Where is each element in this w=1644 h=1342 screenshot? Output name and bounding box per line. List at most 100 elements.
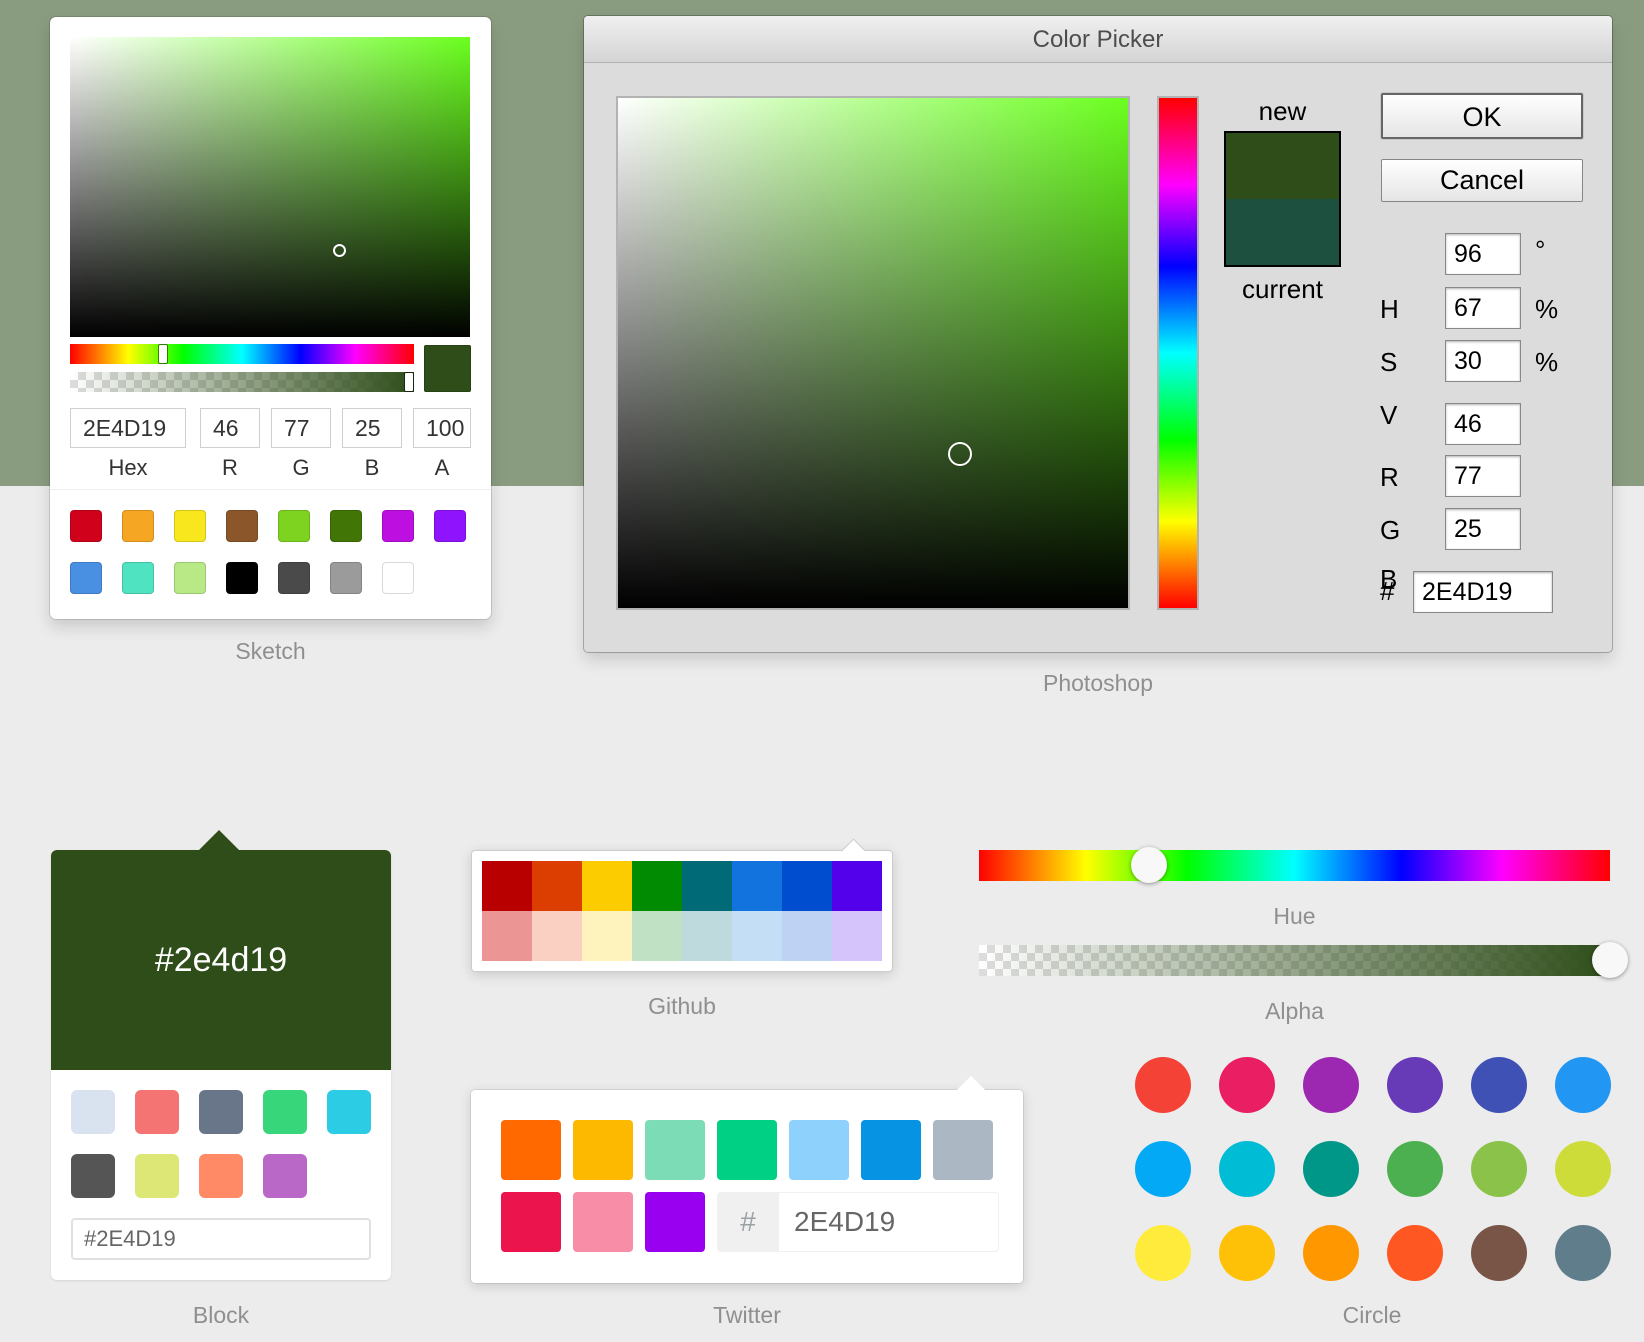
preset-swatch[interactable] bbox=[122, 562, 154, 594]
r-input[interactable]: 46 bbox=[200, 408, 260, 448]
preset-swatch[interactable] bbox=[330, 510, 362, 542]
swatch[interactable] bbox=[933, 1120, 993, 1180]
circle-swatch[interactable] bbox=[1303, 1141, 1359, 1197]
circle-swatch[interactable] bbox=[1135, 1141, 1191, 1197]
a-input[interactable]: 100 bbox=[413, 408, 471, 448]
swatch[interactable] bbox=[645, 1192, 705, 1252]
hex-input[interactable]: 2E4D19 bbox=[779, 1192, 999, 1252]
circle-swatch[interactable] bbox=[1555, 1225, 1611, 1281]
alpha-slider[interactable] bbox=[979, 942, 1628, 978]
alpha-slider[interactable] bbox=[70, 372, 414, 392]
circle-swatch[interactable] bbox=[1387, 1057, 1443, 1113]
alpha-slider-handle[interactable] bbox=[1592, 942, 1628, 978]
swatch[interactable] bbox=[199, 1090, 243, 1134]
circle-swatch[interactable] bbox=[1387, 1141, 1443, 1197]
s-input[interactable]: 67 bbox=[1445, 287, 1521, 329]
b-input[interactable]: 25 bbox=[1445, 508, 1521, 550]
saturation-value-area[interactable] bbox=[616, 96, 1130, 610]
circle-swatch[interactable] bbox=[1471, 1141, 1527, 1197]
circle-swatch[interactable] bbox=[1387, 1225, 1443, 1281]
h-input[interactable]: 96 bbox=[1445, 233, 1521, 275]
preset-swatch[interactable] bbox=[70, 510, 102, 542]
preset-swatch[interactable] bbox=[226, 510, 258, 542]
swatch[interactable] bbox=[789, 1120, 849, 1180]
swatch[interactable] bbox=[501, 1120, 561, 1180]
new-label: new bbox=[1258, 96, 1307, 126]
hue-slider-handle[interactable] bbox=[158, 345, 167, 363]
swatch[interactable] bbox=[532, 911, 582, 961]
circle-caption: Circle bbox=[1342, 1302, 1402, 1328]
swatch[interactable] bbox=[732, 861, 782, 911]
preset-swatch[interactable] bbox=[174, 510, 206, 542]
swatch[interactable] bbox=[732, 911, 782, 961]
circle-swatch[interactable] bbox=[1135, 1057, 1191, 1113]
b-input[interactable]: 25 bbox=[342, 408, 402, 448]
preset-swatch[interactable] bbox=[122, 510, 154, 542]
preset-swatch[interactable] bbox=[434, 510, 466, 542]
circle-swatch[interactable] bbox=[1303, 1057, 1359, 1113]
preset-swatch[interactable] bbox=[382, 562, 414, 594]
preset-swatch[interactable] bbox=[382, 510, 414, 542]
swatch[interactable] bbox=[263, 1090, 307, 1134]
hex-input[interactable]: 2E4D19 bbox=[1413, 571, 1553, 613]
swatch[interactable] bbox=[135, 1090, 179, 1134]
swatch[interactable] bbox=[582, 861, 632, 911]
circle-swatch[interactable] bbox=[1219, 1141, 1275, 1197]
preset-swatch[interactable] bbox=[330, 562, 362, 594]
swatch[interactable] bbox=[71, 1154, 115, 1198]
hex-input[interactable]: #2E4D19 bbox=[71, 1218, 371, 1260]
g-input[interactable]: 77 bbox=[271, 408, 331, 448]
swatch[interactable] bbox=[682, 861, 732, 911]
swatch[interactable] bbox=[582, 911, 632, 961]
ok-button[interactable]: OK bbox=[1381, 93, 1583, 139]
preset-swatch[interactable] bbox=[70, 562, 102, 594]
swatch[interactable] bbox=[782, 861, 832, 911]
swatch[interactable] bbox=[482, 911, 532, 961]
circle-swatch[interactable] bbox=[1555, 1057, 1611, 1113]
swatch[interactable] bbox=[135, 1154, 179, 1198]
hue-slider[interactable] bbox=[70, 344, 414, 364]
saturation-value-area[interactable] bbox=[70, 37, 470, 337]
circle-swatch[interactable] bbox=[1555, 1141, 1611, 1197]
alpha-slider-handle[interactable] bbox=[405, 373, 413, 391]
swatch[interactable] bbox=[573, 1120, 633, 1180]
circle-swatch[interactable] bbox=[1471, 1225, 1527, 1281]
cancel-button[interactable]: Cancel bbox=[1381, 159, 1583, 202]
swatch[interactable] bbox=[632, 911, 682, 961]
swatch[interactable] bbox=[632, 861, 682, 911]
r-input[interactable]: 46 bbox=[1445, 403, 1521, 445]
preset-swatch[interactable] bbox=[278, 562, 310, 594]
swatch[interactable] bbox=[682, 911, 732, 961]
swatch[interactable] bbox=[782, 911, 832, 961]
circle-swatch[interactable] bbox=[1471, 1057, 1527, 1113]
hex-input[interactable]: 2E4D19 bbox=[70, 408, 186, 448]
degree-unit: ° bbox=[1535, 235, 1546, 265]
hue-slider[interactable] bbox=[979, 847, 1610, 883]
circle-swatch[interactable] bbox=[1303, 1225, 1359, 1281]
swatch[interactable] bbox=[482, 861, 532, 911]
preset-swatch[interactable] bbox=[226, 562, 258, 594]
saturation-cursor[interactable] bbox=[948, 442, 972, 466]
swatch[interactable] bbox=[832, 911, 882, 961]
swatch[interactable] bbox=[717, 1120, 777, 1180]
swatch[interactable] bbox=[199, 1154, 243, 1198]
saturation-cursor[interactable] bbox=[333, 244, 346, 257]
g-input[interactable]: 77 bbox=[1445, 455, 1521, 497]
swatch[interactable] bbox=[327, 1090, 371, 1134]
swatch[interactable] bbox=[861, 1120, 921, 1180]
v-input[interactable]: 30 bbox=[1445, 340, 1521, 382]
circle-swatch[interactable] bbox=[1219, 1225, 1275, 1281]
swatch[interactable] bbox=[71, 1090, 115, 1134]
preset-swatch[interactable] bbox=[278, 510, 310, 542]
preset-swatch[interactable] bbox=[174, 562, 206, 594]
hue-slider[interactable] bbox=[1157, 96, 1199, 610]
hue-slider-handle[interactable] bbox=[1131, 847, 1168, 883]
swatch[interactable] bbox=[263, 1154, 307, 1198]
swatch[interactable] bbox=[501, 1192, 561, 1252]
swatch[interactable] bbox=[832, 861, 882, 911]
swatch[interactable] bbox=[645, 1120, 705, 1180]
swatch[interactable] bbox=[573, 1192, 633, 1252]
circle-swatch[interactable] bbox=[1219, 1057, 1275, 1113]
circle-swatch[interactable] bbox=[1135, 1225, 1191, 1281]
swatch[interactable] bbox=[532, 861, 582, 911]
